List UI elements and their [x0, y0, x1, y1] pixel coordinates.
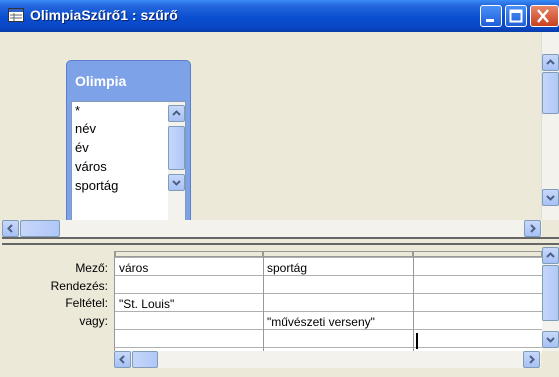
list-scroll-up-button[interactable]: [168, 105, 185, 122]
upper-scroll-left-button[interactable]: [2, 220, 19, 237]
upper-vertical-scrollbar[interactable]: [541, 32, 559, 220]
field-item[interactable]: név: [75, 121, 96, 136]
grid-line: [263, 251, 264, 353]
grid-scroll-right-button[interactable]: [523, 351, 540, 368]
field-item[interactable]: sportág: [75, 178, 118, 193]
grid-scroll-left-button[interactable]: [114, 351, 131, 368]
grid-cell-criteria[interactable]: "St. Louis": [119, 297, 174, 311]
upper-scroll-right-button[interactable]: [524, 220, 541, 237]
design-grid: város "St. Louis" sportág "művészeti ver…: [114, 251, 542, 353]
grid-scroll-up-button[interactable]: [542, 247, 559, 264]
window-title: OlimpiaSzűrő1 : szűrő: [30, 7, 178, 23]
maximize-button[interactable]: [505, 5, 527, 27]
chevron-down-icon: [546, 337, 555, 343]
chevron-down-icon: [546, 195, 555, 201]
row-label-rendezes: Rendezés:: [50, 279, 108, 293]
grid-horizontal-scrollbar[interactable]: [114, 351, 541, 368]
grid-line: [115, 347, 542, 348]
grid-line: [413, 251, 414, 353]
grid-hscroll-thumb[interactable]: [132, 351, 158, 368]
upper-horizontal-scrollbar[interactable]: [2, 220, 542, 237]
field-item[interactable]: *: [75, 103, 80, 118]
chevron-left-icon: [119, 355, 125, 364]
design-grid-pane: Mező: Rendezés: Feltétel: vagy: város "S…: [2, 245, 559, 375]
chevron-up-icon: [546, 252, 555, 258]
maximize-icon: [509, 9, 523, 23]
chevron-up-icon: [172, 110, 181, 116]
title-bar[interactable]: OlimpiaSzűrő1 : szűrő: [0, 0, 559, 32]
upper-vscroll-thumb[interactable]: [542, 72, 559, 114]
field-item[interactable]: év: [75, 140, 89, 155]
grid-line: [115, 311, 542, 312]
grid-line: [115, 257, 542, 258]
list-scroll-thumb[interactable]: [168, 126, 185, 170]
row-label-mezo: Mező:: [75, 261, 108, 275]
row-label-vagy: vagy:: [79, 314, 108, 328]
pane-splitter[interactable]: [2, 237, 559, 245]
minimize-button[interactable]: [480, 5, 502, 27]
grid-line: [115, 329, 542, 330]
table-box-olimpia[interactable]: Olimpia * név év város sportág: [66, 60, 191, 231]
text-cursor: [416, 333, 418, 349]
grid-cell-field[interactable]: város: [119, 261, 148, 275]
grid-cell-or[interactable]: "művészeti verseny": [267, 315, 375, 329]
field-item[interactable]: város: [75, 159, 107, 174]
grid-scroll-down-button[interactable]: [542, 331, 559, 348]
table-area: Olimpia * név év város sportág: [2, 32, 559, 237]
grid-line: [115, 293, 542, 294]
grid-vertical-scrollbar[interactable]: [542, 247, 559, 351]
field-list[interactable]: * név év város sportág: [71, 101, 186, 228]
chevron-up-icon: [546, 59, 555, 65]
upper-hscroll-thumb[interactable]: [20, 220, 60, 237]
chevron-right-icon: [530, 224, 536, 233]
filter-window-icon: [8, 8, 24, 22]
list-scroll-down-button[interactable]: [168, 174, 185, 191]
filter-window: OlimpiaSzűrő1 : szűrő Olimpia * név év v…: [0, 0, 559, 377]
grid-cell-field[interactable]: sportág: [267, 261, 307, 275]
upper-scroll-up-button[interactable]: [542, 54, 559, 71]
row-label-feltetel: Feltétel:: [65, 296, 108, 310]
minimize-icon: [486, 19, 494, 22]
chevron-down-icon: [172, 180, 181, 186]
chevron-right-icon: [529, 355, 535, 364]
close-icon: [537, 9, 549, 23]
upper-scroll-down-button[interactable]: [542, 189, 559, 206]
chevron-left-icon: [7, 224, 13, 233]
close-button[interactable]: [530, 5, 559, 27]
field-list-scrollbar[interactable]: [168, 102, 185, 227]
grid-line: [115, 275, 542, 276]
grid-vscroll-thumb[interactable]: [542, 265, 559, 321]
table-box-title: Olimpia: [75, 73, 127, 89]
